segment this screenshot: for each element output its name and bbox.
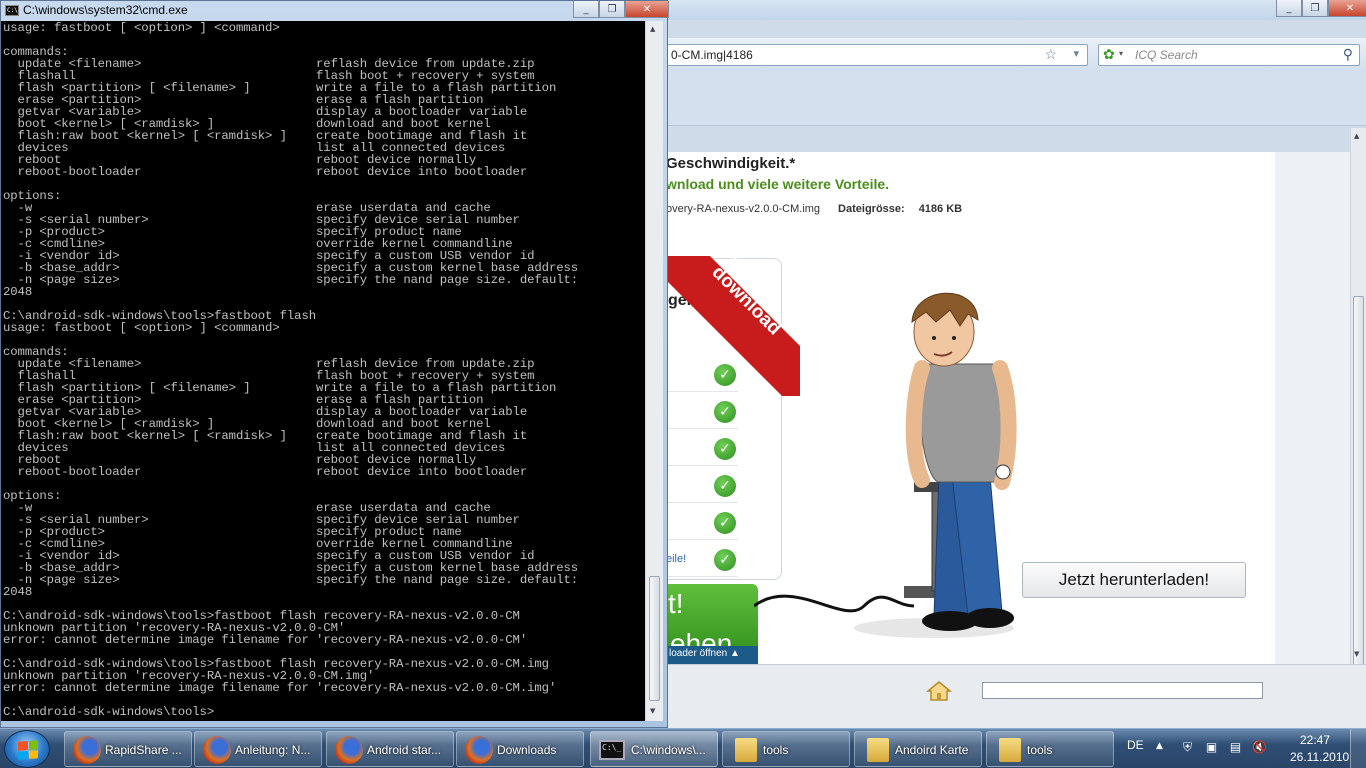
taskbar-item[interactable]: Andoird Karte [854, 731, 982, 767]
cmd-icon: C:\_ [599, 740, 625, 760]
page-headline: Geschwindigkeit.* [666, 155, 796, 172]
firefox-icon [73, 736, 101, 764]
browser-window-controls: _ ❐ ✕ [1276, 0, 1366, 17]
jetzt-herunterladen-button[interactable]: Jetzt herunterladen! [1022, 562, 1246, 598]
taskbar-item-label: tools [763, 743, 789, 757]
scroll-down-icon[interactable]: ▼ [650, 707, 655, 715]
scroll-up-icon[interactable]: ▲ [650, 25, 655, 33]
taskbar-item[interactable]: C:\_ C:\windows\... [590, 731, 718, 767]
browser-scrollbar[interactable]: ▲ ▼ [1350, 128, 1366, 708]
checkmark-icon: ✓ [714, 475, 736, 497]
vorteile-link[interactable]: eile! [666, 553, 686, 565]
status-progress-box [982, 682, 1263, 699]
cmd-window-title: C:\windows\system32\cmd.exe [23, 3, 188, 17]
antivirus-icon[interactable]: ⛨ [1180, 740, 1195, 755]
console-output[interactable]: usage: fastboot [ <option> ] <command> c… [1, 21, 645, 721]
folder-icon [999, 738, 1021, 762]
taskbar-item-label: C:\windows\... [631, 743, 706, 757]
bookmark-star-icon[interactable]: ☆ [1044, 46, 1057, 63]
icq-flower-icon[interactable]: ✿ [1103, 46, 1115, 63]
green-download-button[interactable]: t! ehen loader öffnen ▲ [666, 584, 758, 664]
cartoon-boy-with-pump-illustration [754, 292, 1017, 638]
address-bar[interactable]: 0-CM.img|4186 ☆ ▾ [660, 44, 1088, 66]
language-indicator[interactable]: DE [1127, 738, 1144, 752]
search-icon[interactable]: ⚲ [1343, 46, 1353, 63]
network-icon[interactable]: ▤ [1228, 740, 1243, 755]
maximize-icon[interactable]: ❐ [599, 1, 625, 18]
taskbar-item-label: tools [1027, 743, 1053, 757]
taskbar-item[interactable]: Downloads [456, 731, 584, 767]
address-url: 0-CM.img|4186 [671, 48, 753, 62]
search-placeholder: ICQ Search [1135, 48, 1198, 62]
file-info: overy-RA-nexus-v2.0.0-CM.img Dateigrösse:… [666, 203, 962, 215]
start-button[interactable] [4, 730, 50, 768]
taskbar-item[interactable]: Android star... [326, 731, 454, 767]
engine-dropdown-icon[interactable]: ▾ [1119, 49, 1123, 58]
cmd-window-icon: C:\ [5, 5, 19, 16]
scrollbar-thumb[interactable] [649, 576, 660, 701]
taskbar-item-label: Downloads [497, 743, 557, 757]
minimize-icon[interactable]: _ [573, 1, 599, 18]
taskbar-item-label: RapidShare ... [105, 743, 182, 757]
cmd-scrollbar[interactable]: ▲ ▼ [645, 21, 663, 721]
file-size-value: 4186 KB [918, 203, 963, 215]
page-subline: wnload und viele weitere Vorteile. [666, 176, 890, 192]
taskbar-item-label: Anleitung: N... [235, 743, 311, 757]
folder-icon [867, 738, 889, 762]
clock-date[interactable]: 26.11.2010 [1290, 750, 1349, 764]
firefox-icon [465, 736, 493, 764]
console-text: usage: fastboot [ <option> ] <command> c… [3, 21, 579, 719]
taskbar-item[interactable]: tools [722, 731, 850, 767]
show-desktop-button[interactable] [1350, 729, 1366, 768]
maximize-icon[interactable]: ❐ [1302, 0, 1328, 17]
taskbar-item[interactable]: RapidShare ... [64, 731, 192, 767]
minimize-icon[interactable]: _ [1276, 0, 1302, 17]
scroll-up-icon[interactable]: ▲ [1354, 132, 1359, 140]
green-button-text-1: t! [668, 588, 684, 619]
file-size-label: Dateigrösse: [838, 203, 905, 215]
close-icon[interactable]: ✕ [625, 1, 669, 18]
cmd-window[interactable]: C:\ C:\windows\system32\cmd.exe _ ❐ ✕ us… [0, 0, 669, 728]
taskbar-item-label: Andoird Karte [895, 743, 969, 757]
close-icon[interactable]: ✕ [1328, 0, 1366, 17]
checkmark-icon: ✓ [714, 512, 736, 534]
taskbar-item-label: Android star... [367, 743, 442, 757]
checkmark-icon: ✓ [714, 401, 736, 423]
firefox-icon [335, 736, 363, 764]
taskbar-item[interactable]: Anleitung: N... [194, 731, 322, 767]
home-icon[interactable] [926, 680, 952, 702]
search-bar[interactable]: ✿ ▾ ICQ Search ⚲ [1098, 44, 1360, 66]
show-hidden-icons-icon[interactable]: ▲ [1156, 741, 1163, 751]
checkmark-icon: ✓ [714, 549, 736, 571]
volume-muted-icon[interactable]: 🔇 [1252, 740, 1267, 755]
device-icon[interactable]: ▣ [1204, 740, 1219, 755]
scroll-down-icon[interactable]: ▼ [1354, 650, 1359, 658]
scrollbar-thumb[interactable] [1353, 296, 1364, 708]
page-gutter [1275, 152, 1350, 664]
taskbar-item[interactable]: tools [986, 731, 1114, 767]
file-name: overy-RA-nexus-v2.0.0-CM.img [666, 203, 821, 215]
checkmark-icon: ✓ [714, 438, 736, 460]
cmd-window-controls: _ ❐ ✕ [573, 1, 669, 18]
dropdown-arrow-icon[interactable]: ▾ [1073, 47, 1079, 60]
firefox-icon [203, 736, 231, 764]
downloader-bar[interactable]: loader öffnen ▲ [666, 646, 758, 664]
clock-time[interactable]: 22:47 [1300, 733, 1330, 747]
folder-icon [735, 738, 757, 762]
windows-logo-icon [18, 740, 38, 760]
